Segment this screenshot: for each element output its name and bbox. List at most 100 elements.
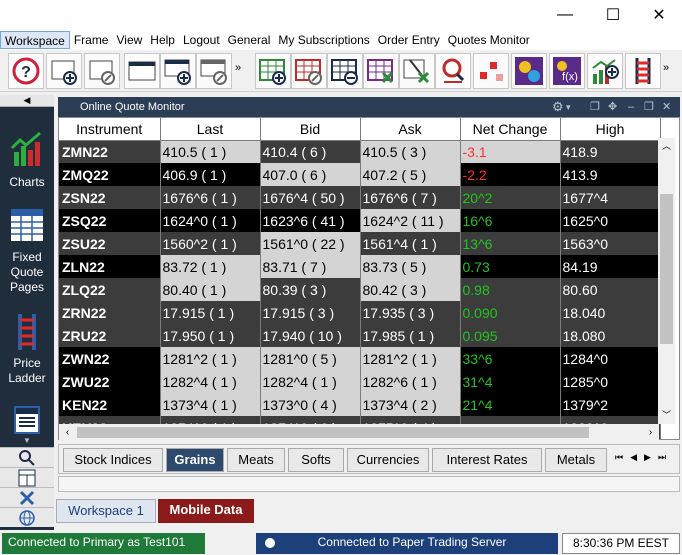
high-cell[interactable]: 418.9 (560, 140, 661, 163)
table-row[interactable]: ZRU22 17.950 ( 1 ) 17.940 ( 10 ) 17.985 … (59, 324, 661, 347)
net-change-cell[interactable]: 33^6 (460, 347, 561, 370)
settings-gears-button[interactable] (511, 53, 547, 89)
add-layout-button[interactable] (160, 53, 196, 89)
table-row[interactable]: ZMN22 410.5 ( 1 ) 410.4 ( 6 ) 410.5 ( 3 … (59, 140, 661, 163)
net-change-cell[interactable]: 0.090 (460, 301, 561, 324)
sidebar-item-news[interactable] (14, 406, 40, 434)
column-header-instrument[interactable]: Instrument (59, 118, 161, 141)
tab-softs[interactable]: Softs (288, 448, 344, 472)
edit-window-button[interactable] (84, 53, 120, 89)
table-row[interactable]: KEN22 1373^4 ( 1 ) 1373^0 ( 4 ) 1373^4 (… (59, 393, 661, 416)
ask-cell[interactable]: 1561^4 ( 1 ) (360, 232, 461, 255)
table-row[interactable]: ZSU22 1560^2 ( 1 ) 1561^0 ( 22 ) 1561^4 … (59, 232, 661, 255)
table-row[interactable]: ZLQ22 80.40 ( 1 ) 80.39 ( 3 ) 80.42 ( 3 … (59, 278, 661, 301)
net-change-cell[interactable]: 20^2 (460, 186, 561, 209)
net-change-cell[interactable]: 13^6 (460, 232, 561, 255)
high-cell[interactable]: 80.60 (560, 278, 661, 301)
instrument-cell[interactable]: ZWN22 (59, 347, 161, 370)
tab-meats[interactable]: Meats (227, 448, 285, 472)
edit-quote-sheet-button[interactable] (291, 53, 327, 89)
last-cell[interactable]: 1676^6 ( 1 ) (160, 186, 261, 209)
menu-my-subscriptions[interactable]: My Subscriptions (274, 31, 373, 49)
price-ladder-button[interactable] (625, 53, 661, 89)
bid-cell[interactable]: 410.4 ( 6 ) (260, 140, 361, 163)
instrument-cell[interactable]: ZMQ22 (59, 163, 161, 186)
bid-cell[interactable]: 17.940 ( 10 ) (260, 324, 361, 347)
table-row[interactable]: ZSQ22 1624^0 ( 1 ) 1623^6 ( 41 ) 1624^2 … (59, 209, 661, 232)
clear-sheet-button[interactable] (363, 53, 399, 89)
ask-cell[interactable]: 1373^4 ( 2 ) (360, 393, 461, 416)
net-change-cell[interactable]: -2.2 (460, 163, 561, 186)
last-cell[interactable]: 1624^0 ( 1 ) (160, 209, 261, 232)
next-tab-icon[interactable]: ▶ (644, 452, 651, 463)
remove-quote-sheet-button[interactable] (327, 53, 363, 89)
high-cell[interactable]: 18.080 (560, 324, 661, 347)
table-row[interactable]: ZSN22 1676^6 ( 1 ) 1676^4 ( 50 ) 1676^6 … (59, 186, 661, 209)
net-change-cell[interactable]: 31^4 (460, 370, 561, 393)
tab-interest-rates[interactable]: Interest Rates (432, 448, 542, 472)
last-cell[interactable]: 17.950 ( 1 ) (160, 324, 261, 347)
prev-tab-icon[interactable]: ◀ (630, 452, 637, 463)
add-quote-sheet-button[interactable] (255, 53, 291, 89)
last-cell[interactable]: 83.72 ( 1 ) (160, 255, 261, 278)
table-row[interactable]: ZWU22 1282^4 ( 1 ) 1282^4 ( 1 ) 1282^6 (… (59, 370, 661, 393)
high-cell[interactable]: 1625^0 (560, 209, 661, 232)
sidebar-search-button[interactable] (0, 447, 54, 467)
menu-general[interactable]: General (224, 31, 275, 49)
panel-restore-icon[interactable]: ❐ (644, 97, 654, 117)
net-change-cell[interactable]: 21^4 (460, 393, 561, 416)
table-row[interactable]: ZWN22 1281^2 ( 1 ) 1281^0 ( 5 ) 1281^2 (… (59, 347, 661, 370)
blocks-button[interactable] (473, 53, 509, 89)
ask-cell[interactable]: 1676^6 ( 7 ) (360, 186, 461, 209)
toolbar-overflow-button[interactable]: » (235, 62, 241, 74)
scroll-left-icon[interactable]: ‹ (59, 424, 76, 441)
high-cell[interactable]: 84.19 (560, 255, 661, 278)
panel-minimize-icon[interactable]: – (628, 97, 634, 117)
tab-mobile-data[interactable]: Mobile Data (158, 499, 254, 523)
high-cell[interactable]: 1563^0 (560, 232, 661, 255)
add-chart-button[interactable] (587, 53, 623, 89)
ask-cell[interactable]: 17.985 ( 1 ) (360, 324, 461, 347)
high-cell[interactable]: 1285^0 (560, 370, 661, 393)
high-cell[interactable]: 1379^2 (560, 393, 661, 416)
table-row[interactable]: ZMQ22 406.9 ( 1 ) 407.0 ( 6 ) 407.2 ( 5 … (59, 163, 661, 186)
menu-quotes-monitor[interactable]: Quotes Monitor (444, 31, 534, 49)
tab-metals[interactable]: Metals (545, 448, 607, 472)
sidebar-collapse-button[interactable]: ◀ (0, 95, 54, 107)
minimize-button[interactable]: — (542, 0, 588, 30)
high-cell[interactable]: 413.9 (560, 163, 661, 186)
instrument-cell[interactable]: ZSU22 (59, 232, 161, 255)
last-cell[interactable]: 1560^2 ( 1 ) (160, 232, 261, 255)
sidebar-tools-button[interactable] (0, 487, 54, 507)
instrument-cell[interactable]: ZLN22 (59, 255, 161, 278)
table-row[interactable]: ZRN22 17.915 ( 1 ) 17.915 ( 3 ) 17.935 (… (59, 301, 661, 324)
bid-cell[interactable]: 1676^4 ( 50 ) (260, 186, 361, 209)
ask-cell[interactable]: 83.73 ( 5 ) (360, 255, 461, 278)
panel-settings-dropdown-icon[interactable]: ▾ (566, 97, 571, 117)
tab-stock-indices[interactable]: Stock Indices (63, 448, 163, 472)
window-layout-button[interactable] (124, 53, 160, 89)
panel-settings-icon[interactable]: ⚙ (552, 97, 564, 117)
menu-workspace[interactable]: Workspace (0, 31, 70, 49)
menu-help[interactable]: Help (146, 31, 179, 49)
link-sheet-button[interactable] (399, 53, 435, 89)
menu-frame[interactable]: Frame (70, 31, 113, 49)
vertical-scroll-thumb[interactable] (660, 194, 673, 344)
net-change-cell[interactable]: 0.98 (460, 278, 561, 301)
high-cell[interactable]: 1284^0 (560, 347, 661, 370)
search-symbol-button[interactable] (435, 53, 471, 89)
sidebar-scroll-down-icon[interactable]: ▼ (0, 436, 54, 446)
tab-currencies[interactable]: Currencies (347, 448, 429, 472)
last-tab-icon[interactable]: ⏭ (658, 452, 666, 463)
scroll-right-icon[interactable]: › (642, 424, 659, 441)
net-change-cell[interactable]: 16^6 (460, 209, 561, 232)
bid-cell[interactable]: 83.71 ( 7 ) (260, 255, 361, 278)
column-header-net-change[interactable]: Net Change (460, 118, 561, 141)
sidebar-layout-button[interactable] (0, 467, 54, 487)
instrument-cell[interactable]: ZSQ22 (59, 209, 161, 232)
bid-cell[interactable]: 17.915 ( 3 ) (260, 301, 361, 324)
high-cell[interactable]: 1677^4 (560, 186, 661, 209)
bid-cell[interactable]: 407.0 ( 6 ) (260, 163, 361, 186)
column-header-bid[interactable]: Bid (260, 118, 361, 141)
edit-layout-button[interactable] (196, 53, 232, 89)
